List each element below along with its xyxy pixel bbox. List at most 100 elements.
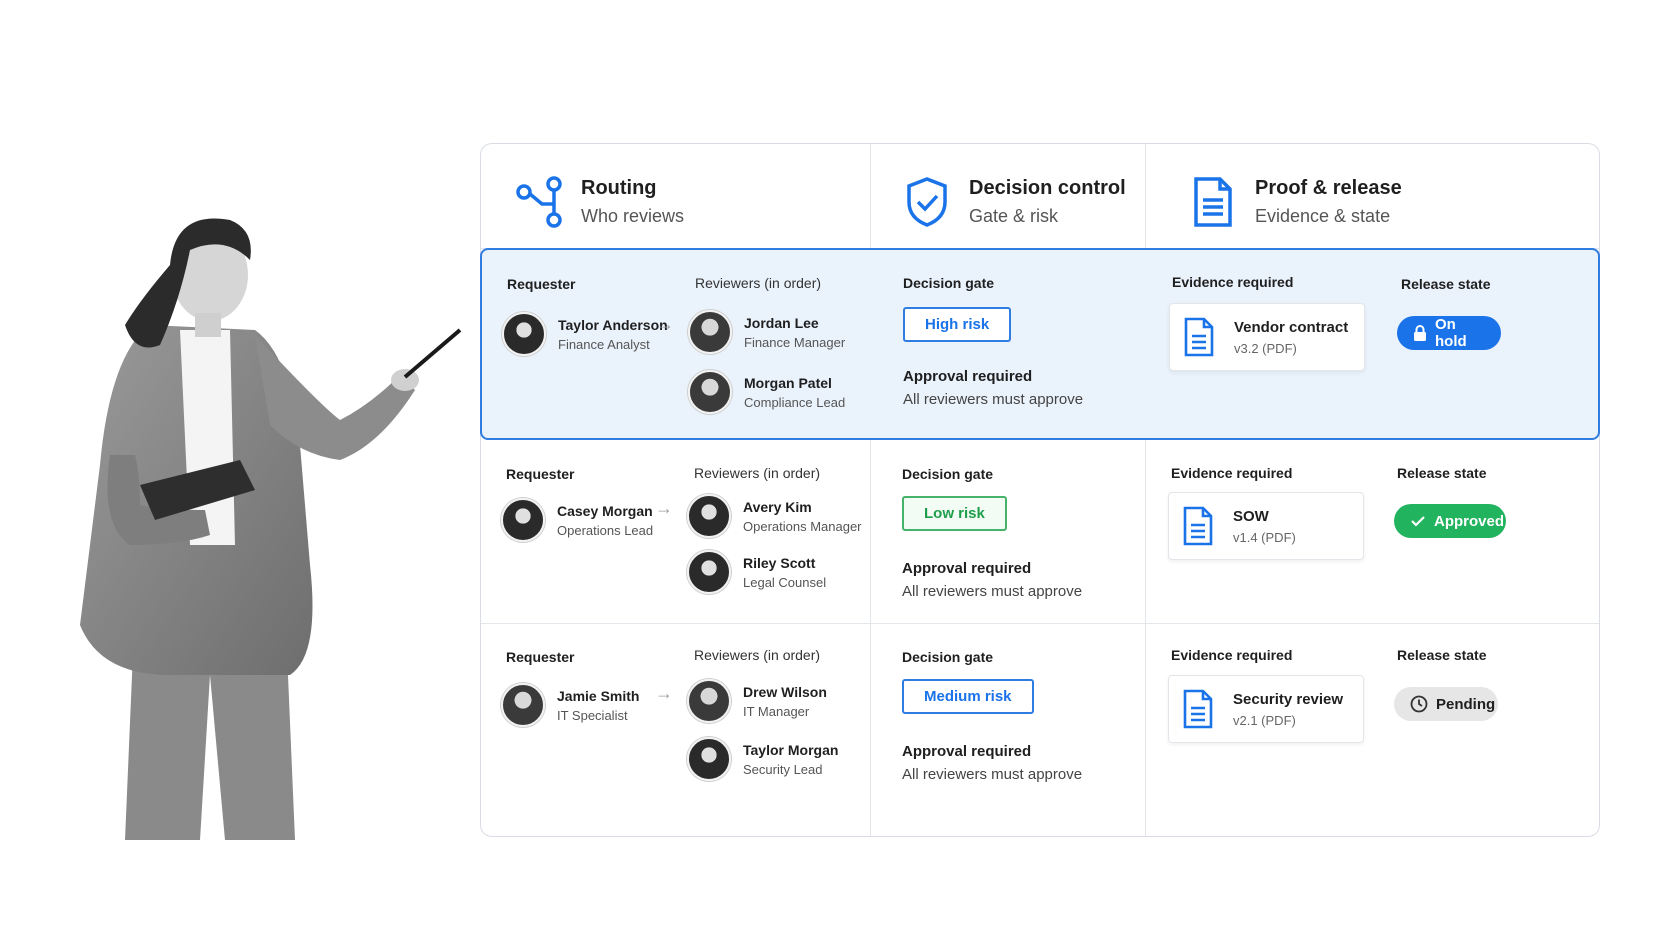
risk-badge[interactable]: High risk — [903, 307, 1012, 342]
reviewer[interactable]: Riley Scott Legal Counsel — [687, 550, 826, 594]
person-name: Morgan Patel — [744, 374, 832, 391]
person-name: Riley Scott — [743, 554, 816, 571]
reviewers-label: Reviewers (in order) — [695, 275, 822, 291]
release-state-badge[interactable]: Approved — [1394, 504, 1506, 538]
avatar — [687, 494, 731, 538]
evidence-file[interactable]: Vendor contract v3.2 (PDF) — [1169, 303, 1365, 371]
reviewer[interactable]: Drew Wilson IT Manager — [687, 679, 827, 723]
workflow-row[interactable]: Requester Reviewers (in order) Jamie Smi… — [481, 623, 1599, 815]
evidence-label: Evidence required — [1172, 274, 1294, 290]
person-role: Finance Analyst — [558, 336, 650, 352]
approval-subtitle: All reviewers must approve — [902, 583, 1083, 600]
requester-label: Requester — [506, 466, 575, 482]
reviewers-label: Reviewers (in order) — [694, 647, 821, 663]
column-subtitle: Who reviews — [581, 206, 685, 226]
person-name: Drew Wilson — [743, 683, 827, 700]
person-role: Finance Manager — [744, 334, 846, 350]
person-name: Taylor Anderson — [558, 316, 668, 333]
avatar — [688, 310, 732, 354]
arrow-right-icon: → — [656, 314, 674, 334]
approval-subtitle: All reviewers must approve — [903, 391, 1084, 408]
column-title: Proof & release — [1255, 177, 1402, 199]
approval-title: Approval required — [903, 368, 1033, 385]
person-role: IT Manager — [743, 703, 810, 719]
evidence-label: Evidence required — [1171, 465, 1293, 481]
reviewer[interactable]: Taylor Morgan Security Lead — [687, 737, 838, 781]
requester-label: Requester — [507, 276, 576, 292]
person-name: Jamie Smith — [557, 687, 640, 704]
person-role: Legal Counsel — [743, 574, 827, 590]
approval-workflow-card: Routing Who reviews Decision control Gat… — [480, 143, 1600, 837]
release-state-badge[interactable]: On hold — [1397, 316, 1501, 350]
column-subtitle: Evidence & state — [1255, 206, 1391, 226]
check-icon — [1410, 514, 1426, 528]
person-role: Compliance Lead — [744, 394, 846, 410]
reviewer[interactable]: Avery Kim Operations Manager — [687, 494, 862, 538]
evidence-label: Evidence required — [1171, 647, 1293, 663]
person-role: Operations Lead — [557, 522, 654, 538]
state-label: Release state — [1401, 276, 1491, 292]
requester[interactable]: Taylor Anderson Finance Analyst — [502, 312, 668, 356]
reviewers-label: Reviewers (in order) — [694, 465, 821, 481]
release-state-text: Approved — [1434, 512, 1505, 530]
person-name: Casey Morgan — [557, 502, 653, 519]
reviewer[interactable]: Morgan Patel Compliance Lead — [688, 370, 845, 414]
release-state-text: On hold — [1435, 316, 1467, 350]
column-title: Routing — [581, 177, 657, 199]
evidence-version: v2.1 (PDF) — [1233, 712, 1296, 728]
evidence-name: Vendor contract — [1234, 318, 1349, 336]
column-title: Decision control — [969, 177, 1126, 199]
approval-title: Approval required — [902, 560, 1032, 577]
evidence-name: Security review — [1233, 690, 1344, 708]
reviewer[interactable]: Jordan Lee Finance Manager — [688, 310, 845, 354]
release-state-badge[interactable]: Pending — [1394, 687, 1498, 721]
state-label: Release state — [1397, 647, 1487, 663]
arrow-right-icon: → — [655, 498, 673, 518]
requester[interactable]: Casey Morgan Operations Lead — [501, 498, 653, 542]
document-icon — [1183, 506, 1213, 546]
clock-icon — [1410, 695, 1428, 713]
document-icon — [1184, 317, 1214, 357]
risk-badge[interactable]: Medium risk — [902, 679, 1034, 714]
person-role: Security Lead — [743, 761, 823, 777]
requester[interactable]: Jamie Smith IT Specialist — [501, 683, 639, 727]
evidence-file[interactable]: Security review v2.1 (PDF) — [1168, 675, 1364, 743]
workflow-row[interactable]: Requester Reviewers (in order) Casey Mor… — [481, 440, 1599, 623]
column-subtitle: Gate & risk — [969, 206, 1059, 226]
gate-label: Decision gate — [902, 466, 994, 482]
workflow-row[interactable]: Requester Reviewers (in order) Taylor An… — [480, 248, 1600, 440]
column-header-proof: Proof & release Evidence & state — [1185, 174, 1402, 230]
column-header-routing: Routing Who reviews — [511, 174, 684, 230]
evidence-file[interactable]: SOW v1.4 (PDF) — [1168, 492, 1364, 560]
lock-icon — [1413, 325, 1427, 341]
requester-label: Requester — [506, 649, 575, 665]
document-icon — [1185, 174, 1241, 230]
release-state-text: Pending — [1436, 695, 1496, 713]
state-label: Release state — [1397, 465, 1487, 481]
approval-subtitle: All reviewers must approve — [902, 766, 1083, 783]
avatar — [687, 679, 731, 723]
gate-label: Decision gate — [903, 275, 995, 291]
document-icon — [1183, 689, 1213, 729]
evidence-name: SOW — [1233, 507, 1269, 525]
person-name: Jordan Lee — [744, 314, 819, 331]
avatar — [687, 550, 731, 594]
avatar — [688, 370, 732, 414]
person-name: Taylor Morgan — [743, 741, 839, 758]
risk-badge[interactable]: Low risk — [902, 496, 1007, 531]
shield-check-icon — [899, 174, 955, 230]
avatar — [687, 737, 731, 781]
evidence-version: v3.2 (PDF) — [1234, 340, 1297, 356]
routing-icon — [511, 174, 567, 230]
person-name: Avery Kim — [743, 498, 812, 515]
avatar — [501, 683, 545, 727]
column-header-decision: Decision control Gate & risk — [899, 174, 1126, 230]
arrow-right-icon: → — [655, 683, 673, 703]
evidence-version: v1.4 (PDF) — [1233, 529, 1296, 545]
gate-label: Decision gate — [902, 649, 994, 665]
avatar — [501, 498, 545, 542]
presenter-illustration — [80, 218, 462, 840]
avatar — [502, 312, 546, 356]
person-role: Operations Manager — [743, 518, 862, 534]
person-role: IT Specialist — [557, 707, 628, 723]
